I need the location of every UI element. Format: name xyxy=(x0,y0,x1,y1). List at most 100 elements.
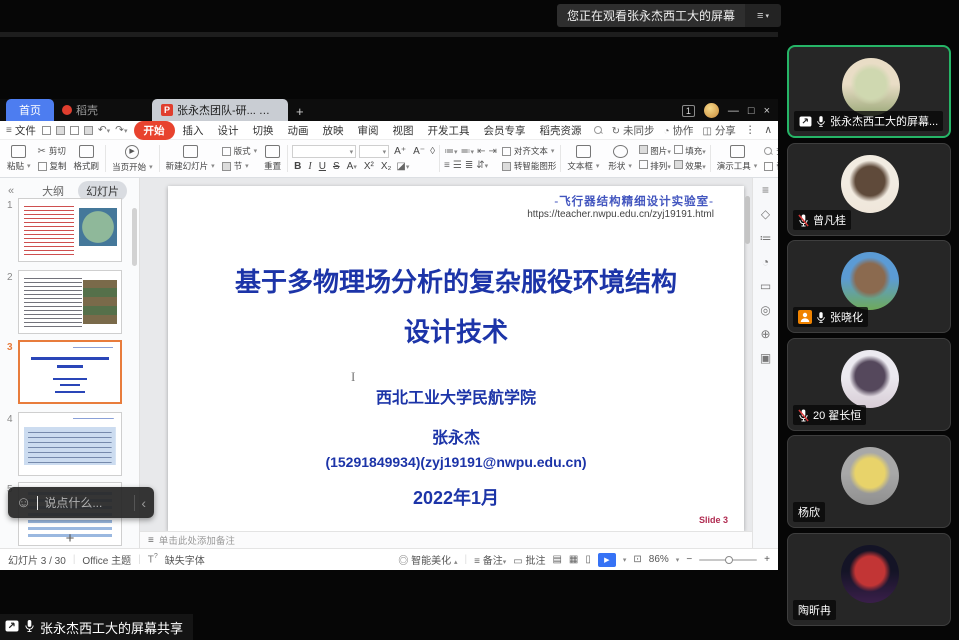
italic-icon[interactable]: I xyxy=(306,161,313,172)
ribbon-tab-开发工具[interactable]: 开发工具 xyxy=(422,122,476,139)
slide-thumbnail-2[interactable] xyxy=(18,270,122,334)
tab-docer[interactable]: 稻壳 xyxy=(54,99,106,121)
notification-badge[interactable]: 1 xyxy=(682,105,695,117)
subscript-icon[interactable]: X₂ xyxy=(379,161,394,172)
increase-font-icon[interactable]: A⁺ xyxy=(392,146,408,157)
slide-thumbnail-1[interactable] xyxy=(18,198,122,262)
ribbon-tab-视图[interactable]: 视图 xyxy=(387,122,420,139)
beautify-icon[interactable]: ◇ xyxy=(761,207,770,221)
fill-button[interactable]: 填充▾ xyxy=(674,145,706,157)
indent-icon[interactable]: ⇥ xyxy=(488,146,496,157)
copy-button[interactable]: 复制 xyxy=(38,160,67,172)
ribbon-tab-设计[interactable]: 设计 xyxy=(212,122,245,139)
layout-button[interactable]: 版式▾ xyxy=(222,145,258,157)
new-slide-button[interactable]: 新建幻灯片▾ xyxy=(162,142,219,175)
shapes-button[interactable]: 形状▾ xyxy=(604,142,636,175)
sync-status[interactable]: ↻ 未同步 xyxy=(612,123,655,138)
zoom-out-button[interactable]: − xyxy=(686,554,692,565)
participant-tile[interactable]: 20 翟长恒 xyxy=(787,338,951,431)
format-painter-button[interactable]: 格式刷 xyxy=(70,142,104,175)
zoom-in-button[interactable]: + xyxy=(764,554,770,565)
panel-scrollbar[interactable] xyxy=(132,208,137,266)
slide-thumbnail-3[interactable] xyxy=(18,340,122,404)
beautify-button[interactable]: ◎ 智能美化 ▴ xyxy=(398,552,457,567)
underline-icon[interactable]: U xyxy=(317,161,328,172)
zoom-level[interactable]: 86% xyxy=(649,554,669,565)
redo-icon[interactable]: ↷▾ xyxy=(115,124,127,136)
chat-input-placeholder[interactable]: 说点什么... xyxy=(44,494,128,511)
share-button[interactable]: ◫ 分享 xyxy=(702,123,735,138)
undo-icon[interactable]: ↶▾ xyxy=(98,124,110,136)
emoji-icon[interactable]: ☺ xyxy=(16,494,31,511)
align-left-icon[interactable]: ≡ xyxy=(444,160,450,171)
notes-toggle[interactable]: ≡ 备注▾ xyxy=(474,552,506,567)
minimize-button[interactable]: — xyxy=(728,105,739,117)
zoom-slider-knob[interactable] xyxy=(725,556,733,564)
align-right-icon[interactable]: ≣ xyxy=(465,160,473,171)
participant-tile[interactable]: 张永杰西工大的屏幕... xyxy=(787,45,951,138)
command-search[interactable]: 查找命令、搜索模板 xyxy=(594,123,606,138)
font-color-icon[interactable]: A▾ xyxy=(345,161,359,172)
account-avatar[interactable] xyxy=(704,103,719,118)
align-text-button[interactable]: 对齐文本▾ xyxy=(502,145,557,157)
paste-button[interactable]: 粘贴▾ xyxy=(3,142,35,175)
ribbon-tab-稻壳资源[interactable]: 稻壳资源 xyxy=(534,122,588,139)
collaborate-button[interactable]: ◔ 协作 xyxy=(663,123,693,138)
font-size-select[interactable]: ▾ xyxy=(359,145,389,158)
slide-organization[interactable]: 西北工业大学民航学院 xyxy=(168,384,744,408)
file-menu[interactable]: ≡文件 xyxy=(6,123,36,138)
effects-icon[interactable]: ⊕ xyxy=(760,327,770,341)
cut-button[interactable]: ✂剪切 xyxy=(38,145,67,157)
replace-button[interactable]: 替换▾ xyxy=(764,160,778,172)
reset-button[interactable]: 重置 xyxy=(260,142,285,175)
slide-contact[interactable]: (15291849934)(zyj19191@nwpu.edu.cn) xyxy=(168,454,744,470)
slide-thumbnail-4[interactable] xyxy=(18,412,122,476)
slide-title-line2[interactable]: 设计技术 xyxy=(168,312,744,349)
tab-home[interactable]: 首页 xyxy=(6,99,54,121)
add-slide-button[interactable]: + xyxy=(18,530,122,547)
meeting-chat-bubble[interactable]: ☺ 说点什么... ‹ xyxy=(8,487,154,518)
slide-lab-url[interactable]: https://teacher.nwpu.edu.cn/zyj19191.htm… xyxy=(527,209,714,220)
participant-tile[interactable]: 曾凡桂 xyxy=(787,143,951,236)
numbering-icon[interactable]: ≕▾ xyxy=(461,146,475,157)
animation-icon[interactable]: ◔ xyxy=(762,255,769,269)
superscript-icon[interactable]: X² xyxy=(362,161,376,172)
ribbon-tab-动画[interactable]: 动画 xyxy=(282,122,315,139)
normal-view-icon[interactable]: ▤ xyxy=(552,554,561,565)
section-button[interactable]: 节▾ xyxy=(222,160,258,172)
decrease-font-icon[interactable]: A⁻ xyxy=(411,146,427,157)
theme-name[interactable]: Office 主题 xyxy=(82,552,131,567)
clear-format-icon[interactable]: ◊ xyxy=(430,146,435,157)
font-name-select[interactable]: ▾ xyxy=(292,145,356,158)
bullets-icon[interactable]: ≔▾ xyxy=(444,146,458,157)
tab-document[interactable]: P 张永杰团队-研... 学生讲座排练 xyxy=(152,99,288,121)
output-icon[interactable] xyxy=(56,126,65,135)
effects-button[interactable]: 效果▾ xyxy=(674,160,706,172)
participant-tile[interactable]: 陶昕冉 xyxy=(787,533,951,626)
print-icon[interactable] xyxy=(70,126,79,135)
participant-tile[interactable]: 杨欣 xyxy=(787,435,951,528)
ribbon-tab-切换[interactable]: 切换 xyxy=(247,122,280,139)
ribbon-tab-会员专享[interactable]: 会员专享 xyxy=(478,122,532,139)
maximize-button[interactable]: □ xyxy=(748,105,755,117)
close-button[interactable]: × xyxy=(764,105,770,117)
picture-button[interactable]: 图片▾ xyxy=(639,145,671,157)
slide-lab-name[interactable]: -飞行器结构精细设计实验室- xyxy=(554,193,714,209)
layout-icon[interactable]: ▭ xyxy=(760,279,771,293)
line-spacing-icon[interactable]: ⇵▾ xyxy=(476,160,488,171)
help-icon[interactable]: ◎ xyxy=(760,303,770,317)
notes-pane[interactable]: ≡ 单击此处添加备注 xyxy=(140,531,752,548)
banner-menu-button[interactable]: ≡▾ xyxy=(745,4,781,27)
arrange-button[interactable]: 排列▾ xyxy=(639,160,671,172)
comments-toggle[interactable]: ▭ 批注 xyxy=(513,552,545,567)
ribbon-tab-审阅[interactable]: 审阅 xyxy=(352,122,385,139)
bold-icon[interactable]: B xyxy=(292,161,303,172)
zoom-slider[interactable] xyxy=(699,559,757,561)
ribbon-tab-插入[interactable]: 插入 xyxy=(177,122,210,139)
slideshow-play-button[interactable]: ▶ xyxy=(598,553,616,567)
slide-page[interactable]: -飞行器结构精细设计实验室- https://teacher.nwpu.edu.… xyxy=(168,186,744,531)
highlight-icon[interactable]: ◪▾ xyxy=(396,161,409,172)
find-button[interactable]: 查找 xyxy=(764,145,778,157)
more-menu-icon[interactable]: ⋮ xyxy=(745,124,756,136)
participant-tile[interactable]: 张晓化 xyxy=(787,240,951,333)
